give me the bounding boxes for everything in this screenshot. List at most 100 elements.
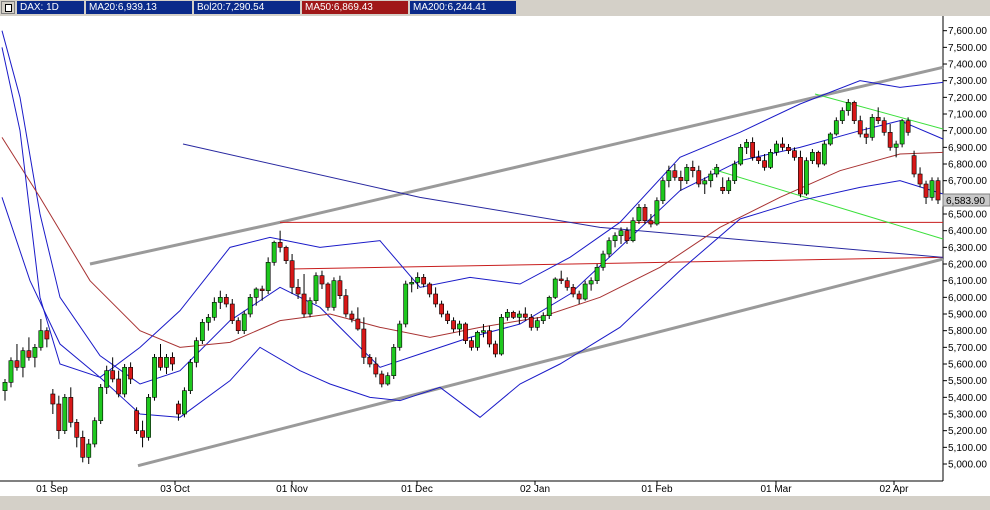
candle-body: [32, 347, 38, 358]
candle-body: [570, 287, 576, 295]
candle-body: [247, 297, 253, 315]
candle-body: [457, 323, 462, 330]
y-tick-label: 5,100.00: [948, 443, 987, 454]
candle-body: [379, 373, 385, 385]
candle-body: [373, 363, 379, 375]
candle-body: [630, 220, 636, 241]
candle-body: [540, 315, 546, 321]
y-tick-label: 6,100.00: [948, 276, 987, 287]
candle-body: [558, 278, 564, 281]
candle-body: [98, 387, 104, 421]
candle-body: [439, 303, 444, 315]
candle-body: [594, 267, 600, 281]
candle-body: [851, 102, 857, 121]
x-tick-label: 01 Sep: [36, 484, 68, 495]
candle-body: [732, 163, 738, 181]
x-tick-label: 03 Oct: [160, 484, 190, 495]
candle-body: [80, 437, 86, 458]
candle-body: [684, 167, 690, 181]
candle-body: [690, 167, 696, 171]
candle-body: [678, 177, 684, 181]
candle-body: [337, 280, 343, 296]
candle-body: [576, 293, 582, 300]
y-tick-label: 5,000.00: [948, 460, 987, 471]
x-tick-label: 01 Nov: [276, 484, 308, 495]
candle-body: [361, 328, 367, 358]
x-tick-label: 01 Dec: [401, 484, 433, 495]
candle-body: [451, 320, 456, 330]
candle-body: [564, 280, 570, 288]
candle-body: [325, 283, 331, 308]
candle-body: [528, 317, 534, 328]
y-tick-label: 7,400.00: [948, 60, 987, 71]
candle-body: [780, 143, 785, 148]
candle-body: [624, 230, 630, 241]
candle-body: [810, 152, 815, 161]
candle-body: [756, 157, 761, 161]
candle-body: [391, 347, 397, 376]
candle-body: [421, 277, 427, 285]
candle-body: [331, 280, 337, 308]
candle-body: [905, 120, 911, 133]
candle-body: [50, 393, 56, 405]
candle-body: [110, 370, 116, 380]
candle-body: [618, 230, 624, 236]
price-chart[interactable]: 7,600.00 7,500.00 7,400.00 7,300.00 7,200.00…: [0, 0, 990, 510]
price-tag: 6,583.90: [942, 193, 990, 207]
last-price-label: 6,583.90: [946, 196, 985, 207]
candle-body: [283, 247, 289, 261]
candle-body: [827, 133, 833, 145]
candle-body: [708, 173, 714, 181]
candle-body: [289, 260, 295, 288]
candle-body: [792, 150, 797, 158]
candle-body: [887, 132, 893, 148]
candle-body: [128, 367, 133, 380]
y-tick-label: 6,800.00: [948, 160, 987, 171]
y-tick-label: 6,200.00: [948, 260, 987, 271]
candle-body: [253, 288, 259, 298]
y-axis: 7,600.00 7,500.00 7,400.00 7,300.00 7,200.00…: [943, 26, 987, 471]
candle-body: [122, 367, 128, 395]
candle-body: [875, 117, 881, 121]
candle-body: [38, 330, 44, 348]
candle-body: [86, 443, 92, 458]
candle-body: [672, 170, 678, 178]
y-tick-label: 5,500.00: [948, 376, 987, 387]
candle-body: [510, 312, 516, 318]
candle-body: [427, 283, 433, 295]
candle-body: [863, 133, 869, 138]
candle-body: [762, 160, 767, 168]
x-tick-label: 01 Mar: [760, 484, 792, 495]
candle-body: [223, 297, 229, 305]
y-tick-label: 6,500.00: [948, 210, 987, 221]
candle-body: [140, 430, 145, 438]
candle-body: [367, 357, 373, 365]
candle-body: [869, 117, 875, 138]
candle-body: [415, 277, 421, 283]
y-tick-label: 5,900.00: [948, 310, 987, 321]
candle-body: [229, 303, 235, 321]
candle-body: [612, 235, 618, 241]
y-tick-label: 7,300.00: [948, 76, 987, 87]
candle-body: [26, 350, 32, 358]
candle-body: [463, 323, 468, 341]
y-tick-label: 7,600.00: [948, 26, 987, 37]
candle-body: [534, 320, 540, 328]
candle-body: [343, 295, 349, 315]
candle-body: [839, 110, 845, 121]
candle-body: [911, 155, 917, 175]
candle-body: [696, 170, 702, 185]
candle-body: [917, 173, 923, 185]
candle-body: [319, 275, 325, 285]
candle-body: [744, 142, 750, 148]
candle-body: [68, 397, 74, 423]
candle-body: [600, 253, 606, 268]
y-tick-label: 6,000.00: [948, 293, 987, 304]
candle-body: [259, 288, 265, 291]
candle-body: [720, 187, 726, 191]
candle-body: [188, 362, 193, 391]
y-tick-label: 6,300.00: [948, 243, 987, 254]
candle-body: [798, 157, 803, 195]
candle-body: [588, 280, 594, 285]
candle-body: [648, 220, 654, 225]
